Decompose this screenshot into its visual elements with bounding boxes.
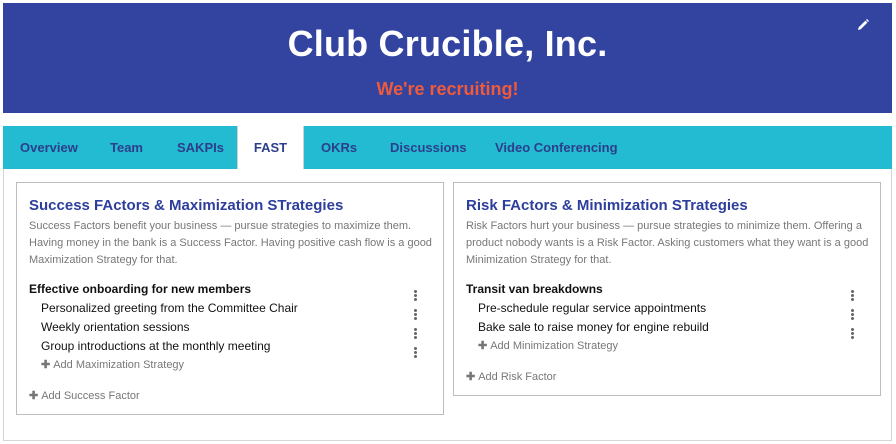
- recruiting-tagline: We're recruiting!: [376, 79, 519, 99]
- risk-factors-card: Risk FActors & Minimization STrategies R…: [453, 182, 881, 396]
- add-factor-label: Add Risk Factor: [478, 371, 557, 383]
- strategy-menu-icon[interactable]: [849, 309, 855, 321]
- tab-fast[interactable]: FAST: [237, 126, 304, 169]
- fast-panel: Success FActors & Maximization STrategie…: [3, 169, 892, 441]
- maximization-strategy: Group introductions at the monthly meeti…: [41, 339, 271, 353]
- add-risk-factor-link[interactable]: ✚ Add Risk Factor: [466, 370, 556, 383]
- risk-factor: Transit van breakdowns: [466, 282, 603, 296]
- factor-menu-icon[interactable]: [412, 290, 418, 302]
- strategy-menu-icon[interactable]: [412, 347, 418, 359]
- tab-bar: Overview Team SAKPIs FAST OKRs Discussio…: [3, 126, 892, 169]
- strategy-menu-icon[interactable]: [849, 328, 855, 340]
- tab-video-conferencing[interactable]: Video Conferencing: [495, 126, 618, 169]
- strategy-menu-icon[interactable]: [412, 309, 418, 321]
- add-factor-label: Add Success Factor: [41, 390, 140, 402]
- minimization-strategy: Bake sale to raise money for engine rebu…: [478, 320, 709, 334]
- add-strategy-label: Add Maximization Strategy: [53, 359, 185, 371]
- tab-overview[interactable]: Overview: [20, 126, 78, 169]
- maximization-strategy: Personalized greeting from the Committee…: [41, 301, 298, 315]
- success-card-description: Success Factors benefit your business — …: [29, 220, 432, 266]
- add-minimization-strategy-link[interactable]: ✚ Add Minimization Strategy: [478, 339, 618, 352]
- plus-icon: ✚: [478, 340, 488, 352]
- club-banner: Club Crucible, Inc. We're recruiting!: [3, 3, 892, 113]
- tab-discussions[interactable]: Discussions: [390, 126, 467, 169]
- minimization-strategy: Pre-schedule regular service appointment…: [478, 301, 707, 315]
- add-success-factor-link[interactable]: ✚ Add Success Factor: [29, 389, 140, 402]
- strategy-menu-icon[interactable]: [412, 328, 418, 340]
- success-card-title: Success FActors & Maximization STrategie…: [29, 197, 344, 214]
- plus-icon: ✚: [41, 359, 51, 371]
- plus-icon: ✚: [29, 390, 39, 402]
- factor-menu-icon[interactable]: [849, 290, 855, 302]
- risk-card-description: Risk Factors hurt your business — pursue…: [466, 220, 869, 266]
- tab-okrs[interactable]: OKRs: [321, 126, 357, 169]
- plus-icon: ✚: [466, 371, 476, 383]
- success-factor: Effective onboarding for new members: [29, 282, 252, 296]
- add-strategy-label: Add Minimization Strategy: [490, 340, 618, 352]
- success-factors-card: Success FActors & Maximization STrategie…: [16, 182, 444, 415]
- pencil-icon[interactable]: [856, 18, 870, 32]
- club-name: Club Crucible, Inc.: [287, 23, 608, 64]
- tab-sakpis[interactable]: SAKPIs: [177, 126, 224, 169]
- tab-team[interactable]: Team: [110, 126, 143, 169]
- add-maximization-strategy-link[interactable]: ✚ Add Maximization Strategy: [41, 358, 184, 371]
- risk-card-title: Risk FActors & Minimization STrategies: [466, 197, 748, 214]
- maximization-strategy: Weekly orientation sessions: [41, 320, 190, 334]
